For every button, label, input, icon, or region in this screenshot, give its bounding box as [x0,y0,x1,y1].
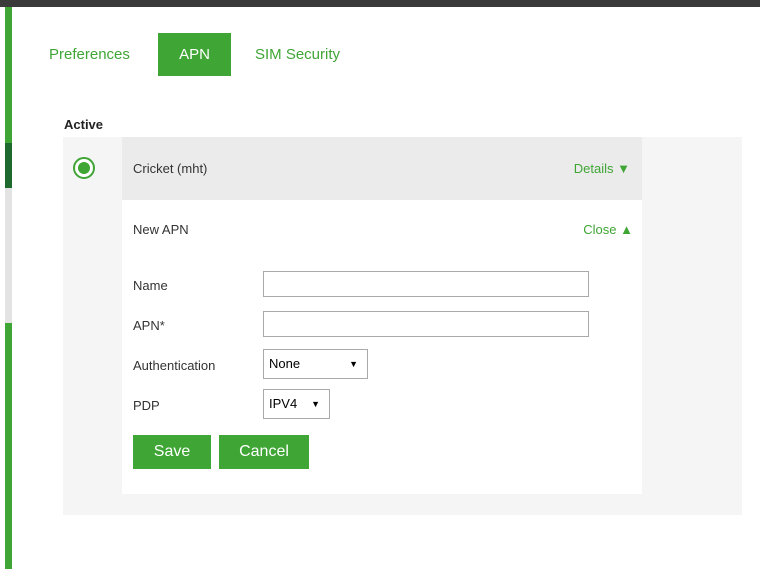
new-apn-title: New APN [133,222,189,237]
apn-input[interactable] [263,311,589,337]
details-link[interactable]: Details ▼ [574,137,630,200]
pdp-select[interactable]: IPV4 ▼ [263,389,330,419]
apn-label: APN* [133,318,165,333]
cancel-button[interactable]: Cancel [219,435,309,469]
authentication-label: Authentication [133,358,216,373]
left-edge-segment [5,188,12,323]
tab-apn[interactable]: APN [158,33,231,76]
name-label: Name [133,278,168,293]
pdp-label: PDP [133,398,160,413]
caret-down-icon: ▼ [349,359,358,369]
active-section-label: Active [64,117,104,132]
apn-name: Cricket (mht) [133,161,208,176]
pdp-select-value: IPV4 [269,396,298,411]
caret-down-icon: ▼ [311,399,320,409]
authentication-select[interactable]: None ▼ [263,349,368,379]
save-button[interactable]: Save [133,435,211,469]
left-edge-segment [5,323,12,569]
apn-radio-button[interactable] [73,157,95,179]
radio-selected-icon [78,162,90,174]
left-edge-segment [5,143,12,188]
authentication-select-value: None [269,356,301,371]
apn-list-item[interactable]: Cricket (mht) Details ▼ [122,137,642,200]
top-bar [0,0,760,7]
close-link[interactable]: Close ▲ [583,222,633,237]
tab-sim-security[interactable]: SIM Security [255,33,340,76]
tab-preferences[interactable]: Preferences [49,33,130,76]
name-input[interactable] [263,271,589,297]
left-edge-bar [0,7,12,569]
left-edge-segment [5,7,12,143]
